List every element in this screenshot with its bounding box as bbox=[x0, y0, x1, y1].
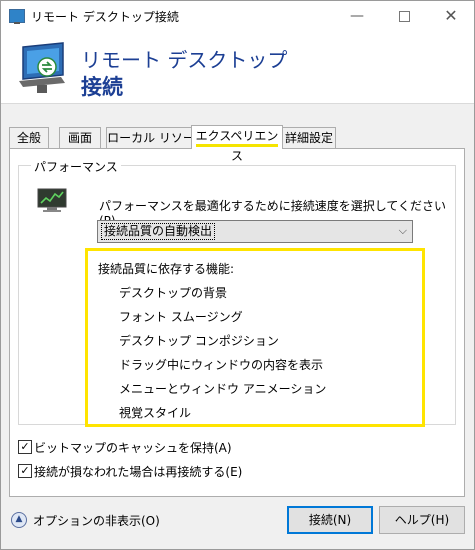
tab-display[interactable]: 画面 bbox=[59, 127, 101, 148]
feature-show-window-contents: ドラッグ中にウィンドウの内容を表示 bbox=[119, 358, 324, 372]
tab-general[interactable]: 全般 bbox=[9, 127, 49, 148]
remote-desktop-monitor-icon bbox=[19, 42, 65, 93]
tab-advanced[interactable]: 詳細設定 bbox=[282, 127, 336, 148]
tab-general-label: 全般 bbox=[16, 131, 41, 145]
feature-desktop-composition: デスクトップ コンポジション bbox=[119, 334, 279, 348]
banner-title-line1: リモート デスクトップ bbox=[81, 48, 288, 72]
minimize-button[interactable]: — bbox=[334, 1, 380, 31]
close-button[interactable]: ✕ bbox=[428, 1, 474, 31]
remote-desktop-window: リモート デスクトップ接続 — ✕ リモート デスクトップ 接続 全般 画面 ロ… bbox=[0, 0, 475, 550]
tab-local-resources[interactable]: ローカル リソース bbox=[106, 127, 196, 165]
banner-title-line2: 接続 bbox=[81, 75, 123, 99]
connect-button[interactable]: 接続(N) bbox=[287, 506, 373, 534]
hide-options-label[interactable]: オプションの非表示(O) bbox=[33, 512, 160, 529]
tab-experience[interactable]: エクスペリエンス bbox=[191, 125, 283, 163]
dependent-features-title: 接続品質に依存する機能: bbox=[98, 262, 235, 276]
tab-panel-experience: パフォーマンス パフォーマンスを最適化するために接続速度を選択してください(P)… bbox=[9, 148, 465, 497]
bitmap-cache-checkbox[interactable]: ✓ bbox=[18, 440, 32, 454]
chevron-up-icon[interactable]: ▲ bbox=[11, 512, 27, 528]
help-button[interactable]: ヘルプ(H) bbox=[379, 506, 465, 534]
feature-visual-styles: 視覚スタイル bbox=[119, 406, 192, 420]
feature-menu-animation: メニューとウィンドウ アニメーション bbox=[119, 382, 327, 396]
title-bar[interactable]: リモート デスクトップ接続 — ✕ bbox=[1, 1, 474, 31]
tab-highlight-underline bbox=[196, 144, 278, 147]
window-title: リモート デスクトップ接続 bbox=[31, 10, 179, 24]
tab-display-label: 画面 bbox=[67, 131, 92, 145]
tab-advanced-label: 詳細設定 bbox=[284, 131, 333, 145]
performance-monitor-icon bbox=[37, 188, 67, 212]
reconnect-label[interactable]: 接続が損なわれた場合は再接続する(E) bbox=[34, 463, 242, 480]
connection-speed-select[interactable]: 接続品質の自動検出 ⌵ bbox=[97, 220, 413, 243]
feature-font-smoothing: フォント スムージング bbox=[119, 310, 243, 324]
rdp-app-icon bbox=[9, 9, 25, 24]
performance-legend: パフォーマンス bbox=[31, 158, 121, 175]
dependent-features-box: 接続品質に依存する機能: デスクトップの背景 フォント スムージング デスクトッ… bbox=[85, 248, 425, 427]
chevron-down-icon: ⌵ bbox=[398, 224, 407, 237]
connection-speed-value: 接続品質の自動検出 bbox=[101, 223, 216, 240]
performance-group: パフォーマンス パフォーマンスを最適化するために接続速度を選択してください(P)… bbox=[18, 158, 456, 427]
reconnect-checkbox[interactable]: ✓ bbox=[18, 464, 32, 478]
maximize-button[interactable] bbox=[381, 1, 427, 31]
bitmap-cache-label[interactable]: ビットマップのキャッシュを保持(A) bbox=[34, 439, 232, 456]
header-banner: リモート デスクトップ 接続 bbox=[1, 31, 474, 104]
feature-desktop-background: デスクトップの背景 bbox=[119, 286, 228, 300]
maximize-icon bbox=[398, 10, 410, 22]
